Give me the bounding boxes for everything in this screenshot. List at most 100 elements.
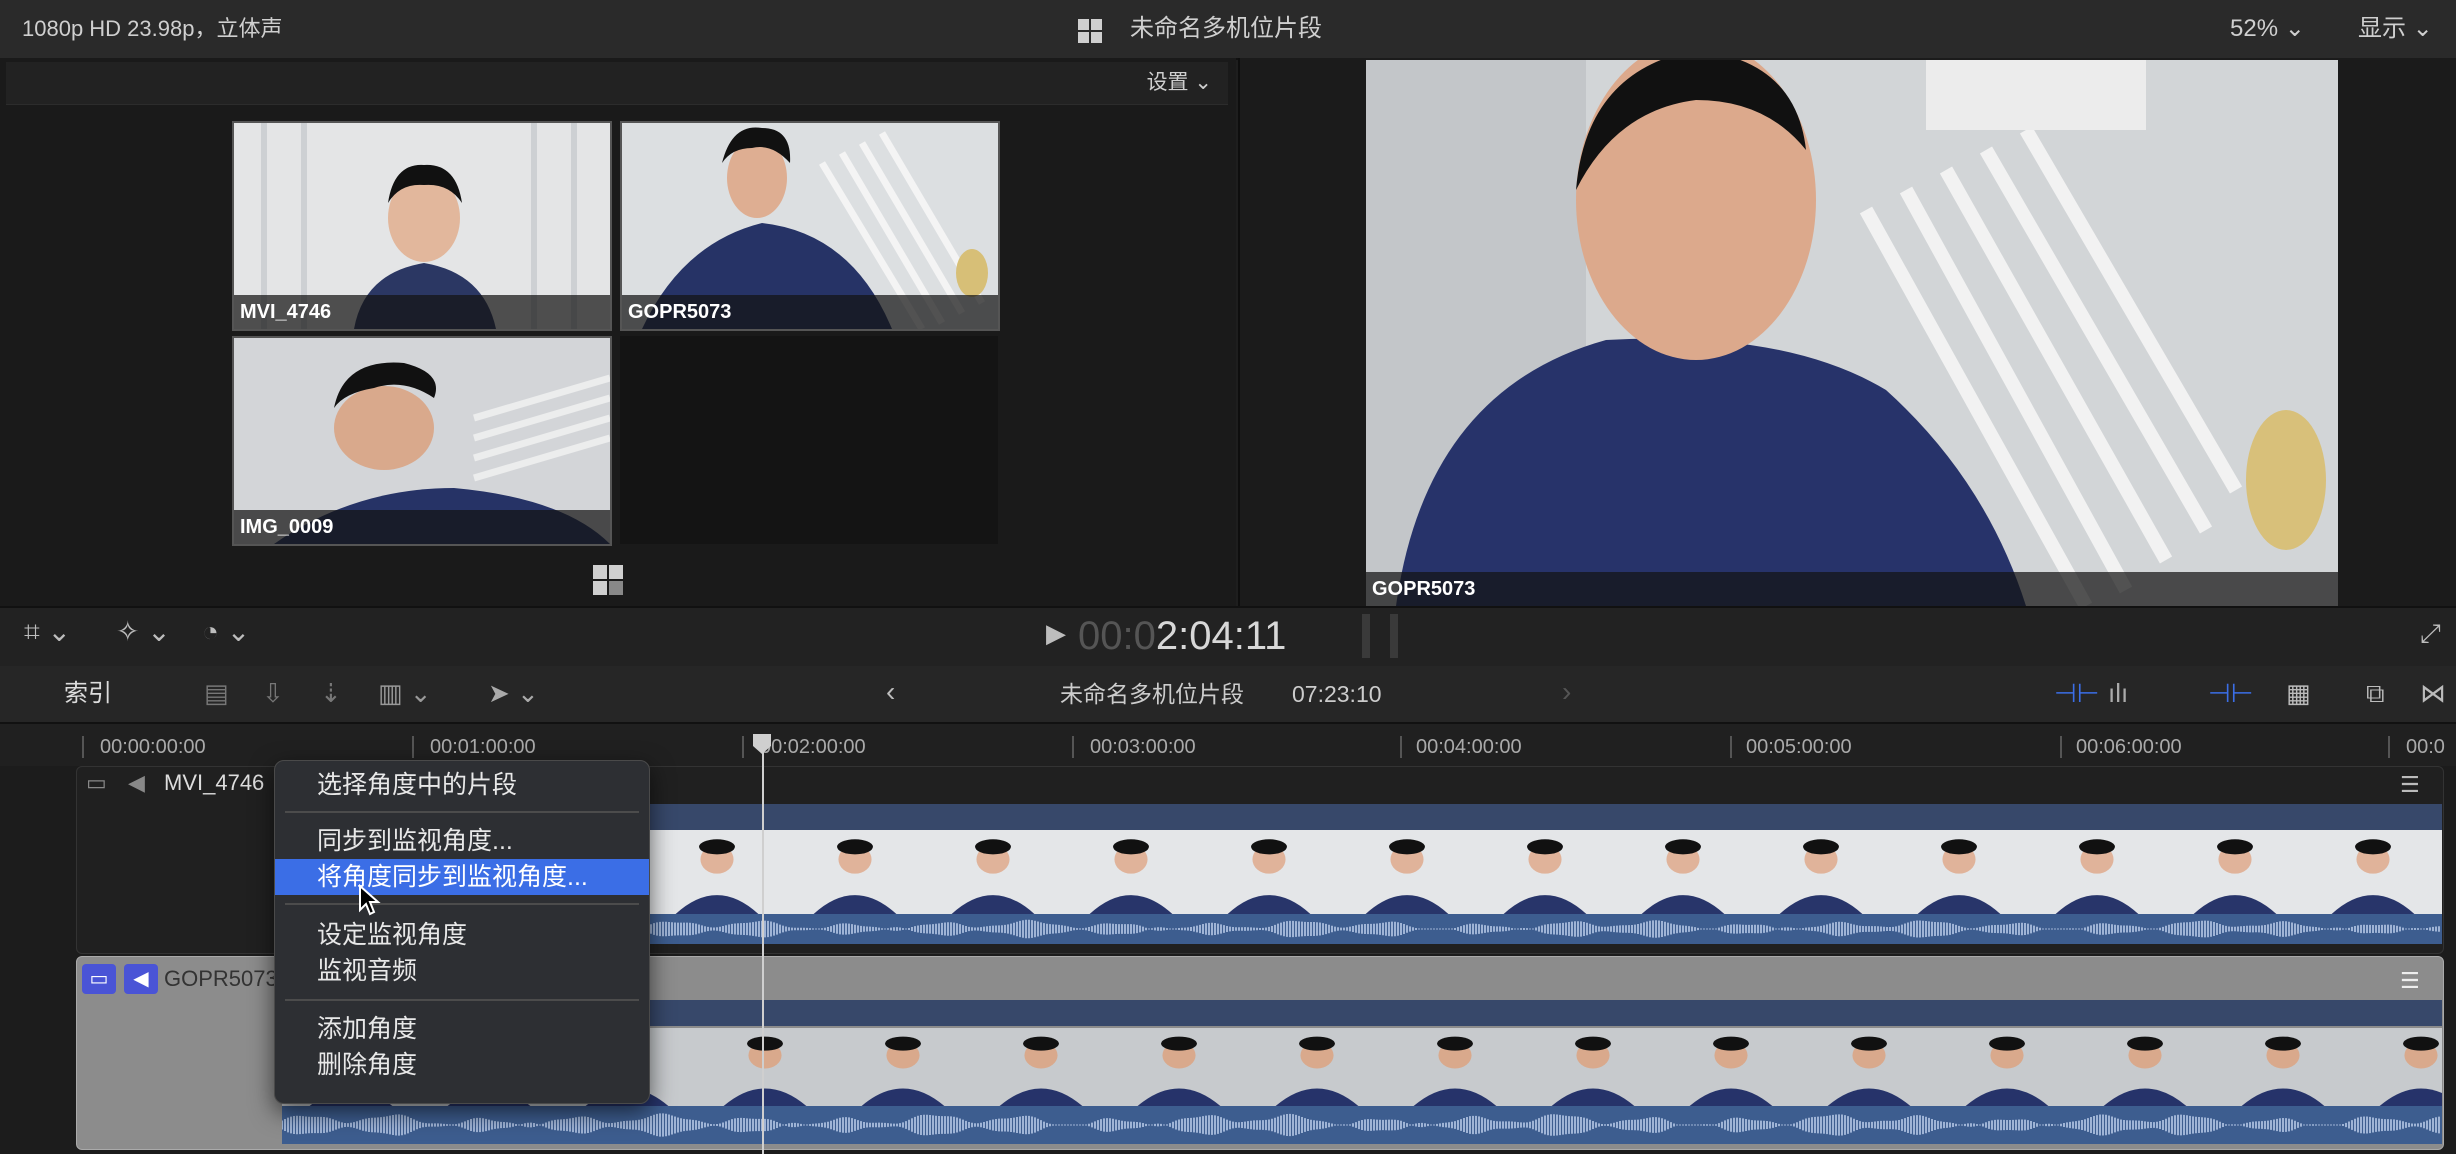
filmstrip-frame [1248, 1028, 1387, 1106]
menu-item-sync-angle-to-monitoring-angle[interactable]: 将角度同步到监视角度... [275, 859, 649, 895]
play-icon[interactable]: ▶ [1046, 620, 1066, 646]
zoom-dropdown[interactable]: 52% ⌄ [2230, 0, 2305, 58]
video-monitor-icon[interactable]: ▭ [86, 770, 107, 796]
menu-item-sync-to-monitoring-angle[interactable]: 同步到监视角度... [275, 823, 649, 859]
filmstrip-frame [1752, 830, 1891, 914]
filmstrip-frame [1110, 1028, 1249, 1106]
viewer-top-bar: 1080p HD 23.98p，立体声 未命名多机位片段 52% ⌄ 显示 ⌄ [0, 0, 2456, 60]
settings-label: 设置 [1146, 71, 1189, 94]
ruler-tick [82, 736, 84, 758]
timeline-title: 未命名多机位片段 [1060, 681, 1244, 707]
menu-item-set-monitoring-angle[interactable]: 设定监视角度 [275, 917, 649, 953]
forward-arrow-icon[interactable]: › [1562, 678, 1571, 706]
filmstrip-frame [1662, 1028, 1801, 1106]
track-menu-icon[interactable]: ☰ [2400, 772, 2420, 798]
audio-monitor-icon[interactable]: ◀ [128, 770, 145, 796]
angle-bank-icon[interactable] [592, 564, 624, 601]
fullscreen-icon[interactable]: ⤢ [2420, 620, 2441, 646]
video-waveform-icon[interactable]: ⊣⊢ [2054, 680, 2099, 706]
filmstrip-frame [2214, 1028, 2353, 1106]
track-name: GOPR5073 [164, 966, 278, 991]
empty-angle-slot [620, 336, 998, 544]
ruler-tick [742, 736, 744, 758]
filmstrip-frame [1200, 830, 1339, 914]
angle-settings-bar: 设置 ⌄ [6, 62, 1228, 105]
playhead[interactable] [762, 738, 764, 1154]
filmstrip-frame [924, 830, 1063, 914]
menu-item-delete-angle[interactable]: 删除角度 [275, 1047, 649, 1083]
filmstrip-frame [1800, 1028, 1939, 1106]
transitions-browser-icon[interactable]: ⋈ [2420, 680, 2446, 706]
audio-waveform [647, 914, 2442, 944]
timecode-display[interactable]: 00:02:04:11 [1078, 612, 1286, 660]
filmstrip-frame [1524, 1028, 1663, 1106]
audio-monitor-icon[interactable]: ◀ [124, 964, 158, 994]
filmstrip-frame [2166, 830, 2305, 914]
audio-waveform-icon[interactable]: ılı [2108, 680, 2128, 706]
menu-item-monitor-audio[interactable]: 监视音频 [275, 953, 649, 989]
filmstrip-frame [2028, 830, 2167, 914]
filmstrip-frame [2304, 830, 2442, 914]
filmstrip-frame [1614, 830, 1753, 914]
ruler-tick [412, 736, 414, 758]
chevron-down-icon: ⌄ [2284, 15, 2305, 42]
effects-browser-icon[interactable]: ⧉ [2366, 680, 2385, 706]
ruler-tick [1400, 736, 1402, 758]
overwrite-clip-icon[interactable]: ▥ ⌄ [378, 680, 432, 706]
connect-clip-icon[interactable]: ▤ [204, 680, 229, 706]
angle-grid-icon[interactable] [1077, 0, 1103, 58]
audio-meter-right [1390, 614, 1398, 658]
enhance-icon[interactable]: ✧ ⌄ [116, 618, 171, 646]
menu-separator [285, 903, 639, 905]
insert-clip-icon[interactable]: ⇩ [262, 680, 284, 706]
ruler-mark: 00:01:00:00 [430, 736, 536, 758]
menu-separator [285, 811, 639, 813]
snapping-icon[interactable]: ⊣⊢ [2208, 680, 2253, 706]
speed-icon[interactable]: ◔ ⌄ [202, 618, 250, 646]
context-menu: 选择角度中的片段 同步到监视角度... 将角度同步到监视角度... 设定监视角度… [274, 760, 650, 1104]
track-menu-icon[interactable]: ☰ [2400, 968, 2420, 994]
timecode-leading: 00:0 [1078, 614, 1156, 658]
ruler-tick [1072, 736, 1074, 758]
filmstrip-frame [648, 830, 787, 914]
ruler-tick [2060, 736, 2062, 758]
filmstrip-frame [1890, 830, 2029, 914]
format-info: 1080p HD 23.98p，立体声 [22, 16, 283, 41]
track-name: MVI_4746 [164, 770, 265, 795]
filmstrip-frame [2352, 1028, 2442, 1106]
settings-dropdown[interactable]: 设置 ⌄ [1147, 62, 1212, 104]
filmstrip-frame [1386, 1028, 1525, 1106]
ruler-mark: 00:05:00:00 [1746, 736, 1852, 758]
angle-thumbnail[interactable]: MVI_4746 [232, 121, 612, 331]
append-clip-icon[interactable]: ⇣ [320, 680, 342, 706]
back-arrow-icon[interactable]: ‹ [886, 678, 895, 706]
video-monitor-icon[interactable]: ▭ [82, 964, 116, 994]
timeline-duration: 07:23:10 [1292, 681, 1382, 707]
viewer-frame[interactable]: GOPR5073 [1366, 60, 2338, 606]
menu-separator [285, 999, 639, 1001]
ruler-mark: 00:06:00:00 [2076, 736, 2182, 758]
filmstrip-frame [1938, 1028, 2077, 1106]
ruler-mark: 00:00:00:00 [100, 736, 206, 758]
ruler-mark: 00:04:00:00 [1416, 736, 1522, 758]
clip-appearance-icon[interactable]: ▦ [2286, 680, 2311, 706]
mouse-cursor-icon [359, 884, 381, 916]
audio-waveform [281, 1106, 2442, 1144]
index-button[interactable]: 索引 [64, 666, 112, 722]
ruler-tick [1730, 736, 1732, 758]
menu-item-add-angle[interactable]: 添加角度 [275, 1011, 649, 1047]
select-tool-icon[interactable]: ➤ ⌄ [488, 680, 539, 706]
filmstrip-frame [834, 1028, 973, 1106]
angle-thumbnail[interactable]: IMG_0009 [232, 336, 612, 546]
filmstrip-frame [972, 1028, 1111, 1106]
video-filmstrip[interactable] [648, 830, 2442, 914]
crop-icon[interactable]: ⌗ ⌄ [24, 618, 71, 646]
clip-header-bar [648, 804, 2442, 830]
angle-label: MVI_4746 [234, 295, 610, 329]
angle-viewer [0, 58, 1236, 606]
ruler-mark: 00:0 [2406, 736, 2445, 758]
display-dropdown[interactable]: 显示 ⌄ [2358, 0, 2433, 58]
angle-thumbnail[interactable]: GOPR5073 [620, 121, 1000, 331]
menu-item-select-clip-in-angle[interactable]: 选择角度中的片段 [275, 767, 649, 803]
angle-label: IMG_0009 [234, 510, 610, 544]
